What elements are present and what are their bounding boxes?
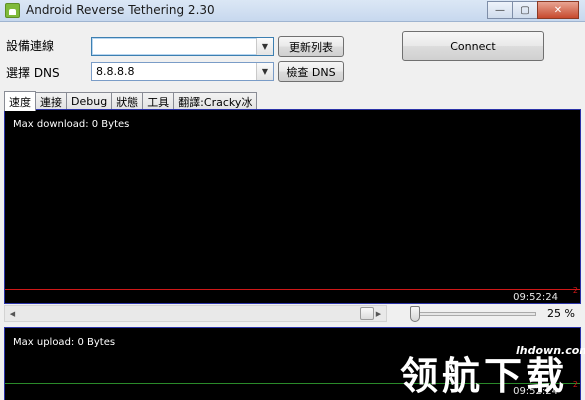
download-time: 09:52:24 xyxy=(513,292,558,303)
tab-strip: 速度 連接 Debug 狀態 工具 翻譯:Cracky冰 xyxy=(4,91,258,111)
horizontal-scrollbar[interactable]: ◀ ▶ xyxy=(4,305,387,322)
tab-debug[interactable]: Debug xyxy=(66,92,113,110)
close-button[interactable]: ✕ xyxy=(537,1,579,19)
download-graph: Max download: 0 Bytes 2 09:52:24 xyxy=(4,109,581,304)
chevron-down-icon[interactable]: ▼ xyxy=(256,38,273,55)
android-app-icon xyxy=(5,3,20,18)
chevron-down-icon[interactable]: ▼ xyxy=(256,63,273,80)
title-bar: Android Reverse Tethering 2.30 — ▢ ✕ xyxy=(0,0,585,22)
dns-select[interactable]: 8.8.8.8 ▼ xyxy=(91,62,274,81)
tab-status[interactable]: 狀態 xyxy=(111,92,144,110)
zoom-slider-thumb[interactable] xyxy=(410,306,420,322)
tab-connection[interactable]: 連接 xyxy=(35,92,67,110)
download-line xyxy=(5,289,580,290)
minimize-button[interactable]: — xyxy=(487,1,513,19)
max-upload-label: Max upload: 0 Bytes xyxy=(13,337,116,348)
refresh-list-button[interactable]: 更新列表 xyxy=(278,36,344,57)
watermark-logo: 领航下载 xyxy=(400,354,569,398)
device-select[interactable]: ▼ xyxy=(91,37,274,56)
scroll-left-icon[interactable]: ◀ xyxy=(5,306,20,321)
download-marker: 2 xyxy=(572,286,578,295)
tab-translation[interactable]: 翻譯:Cracky冰 xyxy=(173,92,258,110)
zoom-percent: 25 % xyxy=(547,307,575,320)
max-download-label: Max download: 0 Bytes xyxy=(13,119,130,130)
window-controls: — ▢ ✕ xyxy=(487,1,579,19)
scroll-right-icon[interactable]: ▶ xyxy=(371,306,386,321)
dns-select-value: 8.8.8.8 xyxy=(96,65,135,78)
check-dns-button[interactable]: 檢查 DNS xyxy=(278,61,344,82)
maximize-button[interactable]: ▢ xyxy=(512,1,538,19)
zoom-slider-track[interactable] xyxy=(410,312,536,316)
connect-button[interactable]: Connect xyxy=(402,31,544,61)
dns-label: 選擇 DNS xyxy=(6,66,60,80)
window-title: Android Reverse Tethering 2.30 xyxy=(26,3,215,17)
tab-speed[interactable]: 速度 xyxy=(4,91,36,111)
upload-marker: 2 xyxy=(572,380,578,389)
tab-tools[interactable]: 工具 xyxy=(142,92,175,110)
device-label: 設備連線 xyxy=(6,39,55,53)
